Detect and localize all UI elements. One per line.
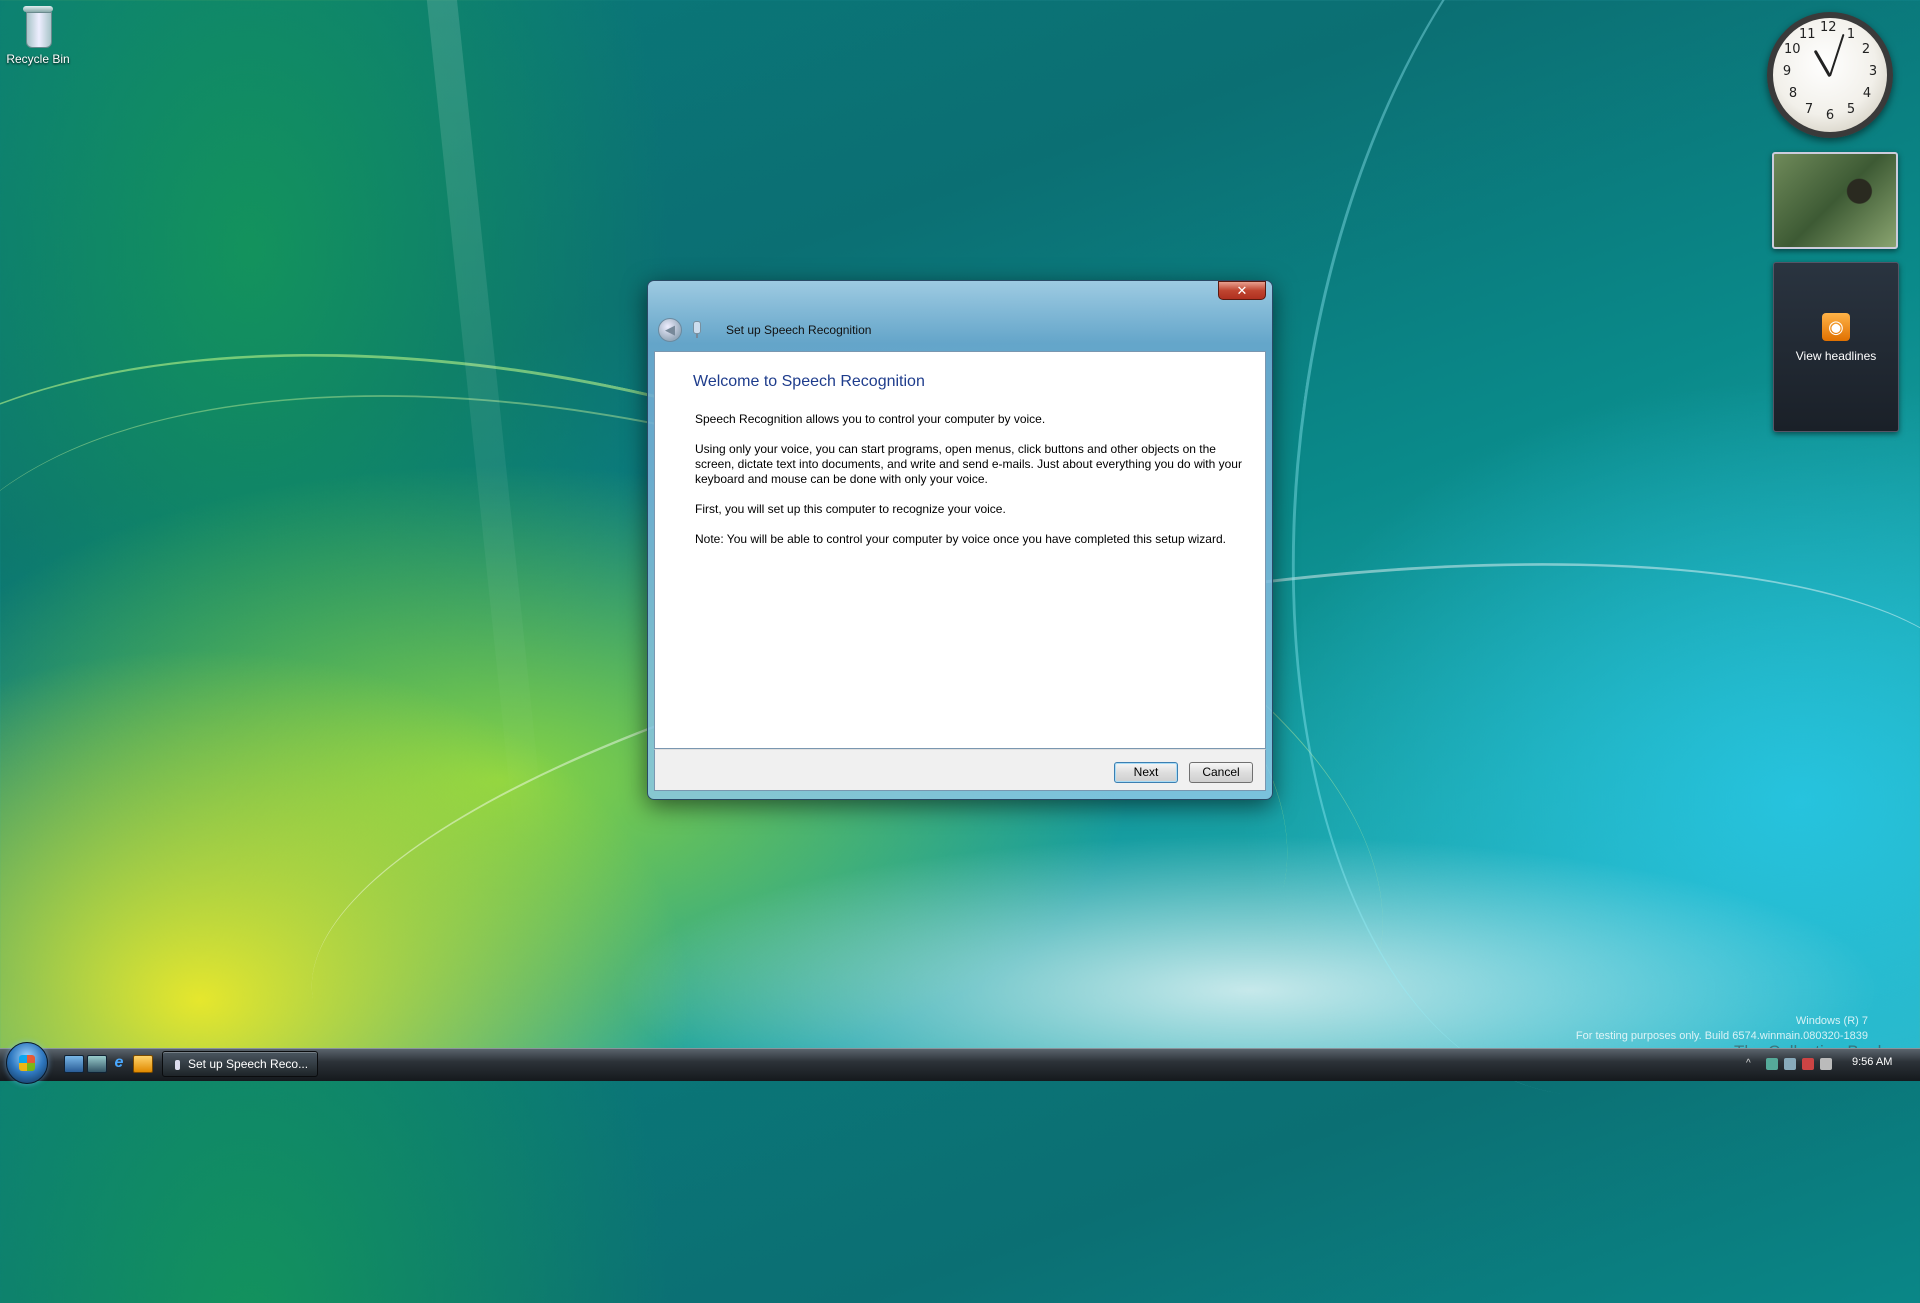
microphone-icon [693, 321, 701, 338]
build-watermark: Windows (R) 7 For testing purposes only.… [1368, 1014, 1868, 1044]
cancel-button[interactable]: Cancel [1189, 762, 1253, 783]
paragraph: Note: You will be able to control your c… [695, 532, 1226, 546]
paragraph: First, you will set up this computer to … [695, 502, 1006, 516]
clock-number: 4 [1862, 86, 1872, 101]
clock-number: 3 [1868, 64, 1878, 79]
back-arrow-icon[interactable]: ◀ [658, 318, 682, 342]
clock-number: 1 [1846, 27, 1856, 42]
clock-number: 2 [1861, 42, 1871, 57]
security-icon[interactable] [1766, 1058, 1778, 1070]
feed-headlines-label: View headlines [1795, 349, 1877, 363]
windows-logo-icon [19, 1055, 35, 1071]
microphone-icon [175, 1059, 180, 1070]
clock-number: 6 [1825, 108, 1835, 123]
close-button[interactable]: ✕ [1218, 281, 1266, 300]
clock-number: 9 [1782, 64, 1792, 79]
clock-gadget[interactable]: 12 1 2 3 4 5 6 7 8 9 10 11 [1767, 12, 1893, 138]
feed-headlines-gadget[interactable]: ◉ View headlines [1773, 262, 1899, 432]
action-center-icon[interactable] [1802, 1058, 1814, 1070]
show-desktop-icon[interactable] [64, 1055, 84, 1073]
page-heading: Welcome to Speech Recognition [693, 373, 925, 390]
watermark-line: Windows (R) 7 [1795, 1015, 1868, 1027]
clock-minute-hand [1829, 33, 1845, 77]
rss-icon: ◉ [1822, 313, 1850, 341]
clock-number: 8 [1788, 86, 1798, 101]
clock-number: 12 [1820, 20, 1837, 35]
show-hidden-icons-icon[interactable]: ^ [1746, 1058, 1758, 1070]
taskbar-clock[interactable]: 9:56 AM [1852, 1056, 1892, 1068]
start-button[interactable] [6, 1042, 48, 1084]
paragraph: Using only your voice, you can start pro… [695, 442, 1242, 486]
dialog-title: Set up Speech Recognition [726, 323, 872, 337]
recycle-bin-desktop-icon[interactable]: Recycle Bin [6, 4, 70, 66]
clock-number: 7 [1804, 102, 1814, 117]
clock-number: 10 [1784, 42, 1801, 57]
taskbar-window-label: Set up Speech Reco... [188, 1057, 309, 1071]
internet-explorer-icon[interactable]: e [110, 1055, 128, 1071]
media-player-icon[interactable] [133, 1055, 153, 1073]
taskbar-window-button[interactable]: Set up Speech Reco... [162, 1051, 318, 1077]
network-icon[interactable] [1784, 1058, 1796, 1070]
next-button[interactable]: Next [1114, 762, 1178, 783]
slideshow-gadget[interactable] [1772, 152, 1898, 249]
wallpaper-beam [423, 0, 547, 860]
clock-number: 11 [1799, 27, 1816, 42]
volume-icon[interactable] [1820, 1058, 1832, 1070]
speech-setup-dialog: ✕ ◀ Set up Speech Recognition Welcome to… [647, 280, 1273, 800]
dialog-content: Welcome to Speech Recognition Speech Rec… [654, 351, 1266, 749]
paragraph: Speech Recognition allows you to control… [695, 412, 1046, 426]
body-text: Speech Recognition allows you to control… [695, 412, 1250, 562]
switch-windows-icon[interactable] [87, 1055, 107, 1073]
dialog-footer: Next Cancel [654, 749, 1266, 791]
clock-number: 5 [1846, 102, 1856, 117]
recycle-bin-icon [21, 4, 55, 48]
recycle-bin-label: Recycle Bin [6, 52, 70, 66]
